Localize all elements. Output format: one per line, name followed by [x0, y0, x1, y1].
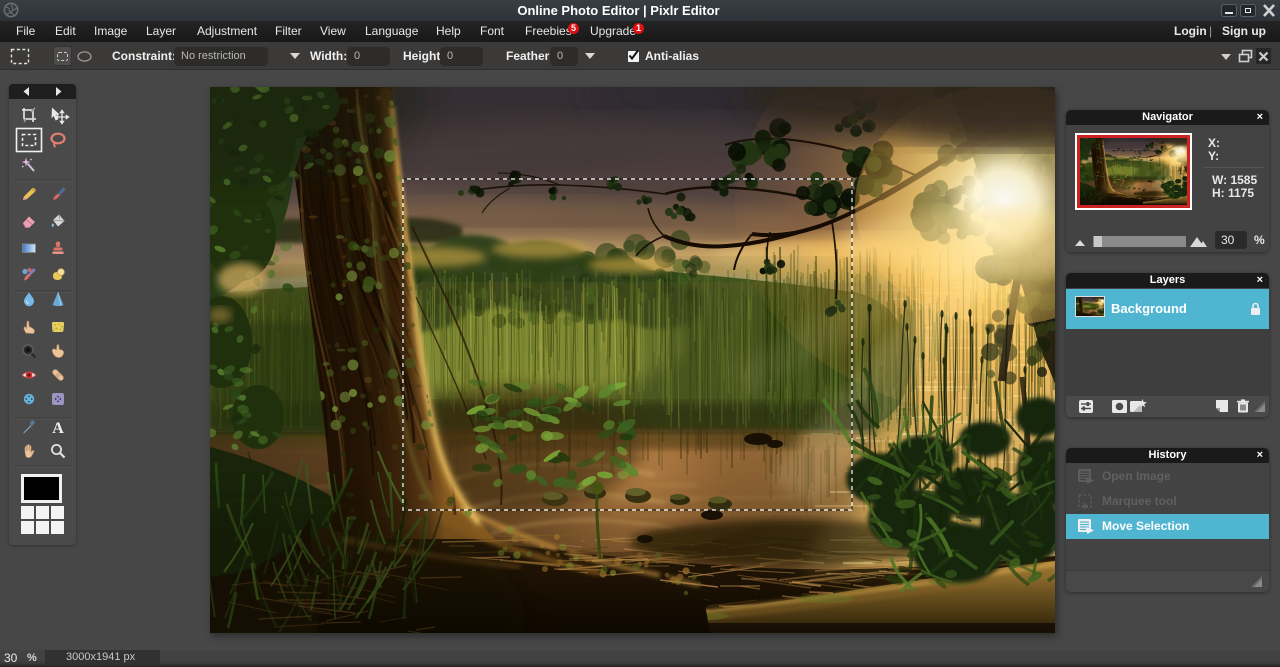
svg-text:A: A: [52, 420, 64, 437]
